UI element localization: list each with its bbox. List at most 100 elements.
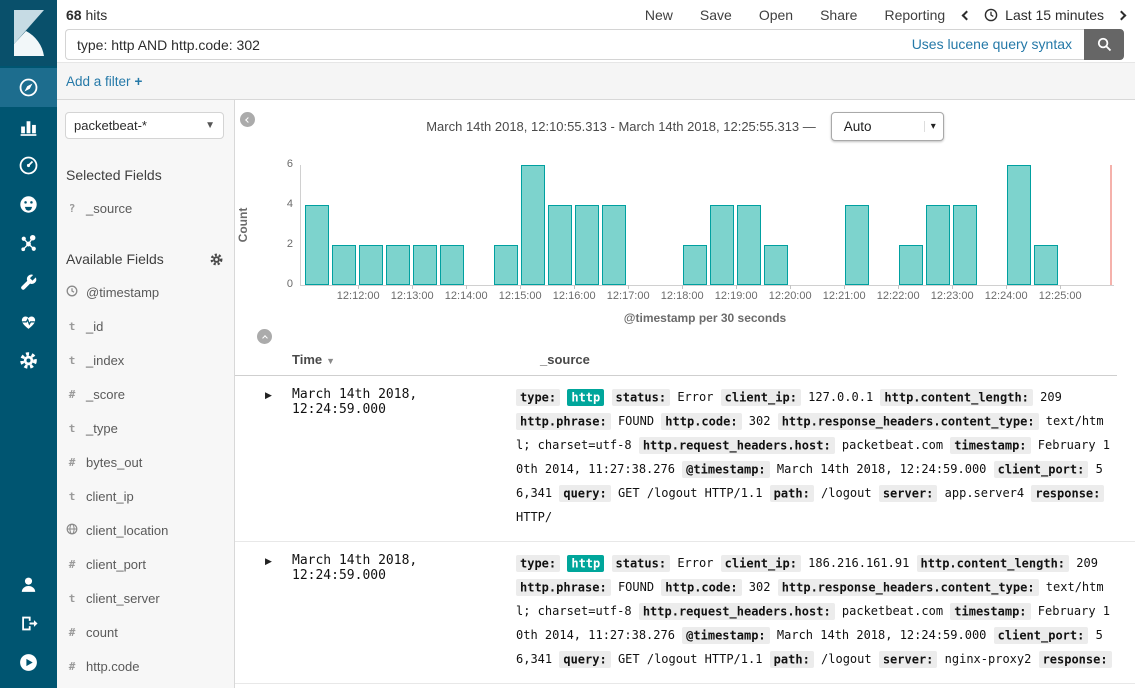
nav-item-management[interactable] (0, 341, 57, 380)
collapse-chart-button[interactable] (257, 329, 272, 344)
histogram-bar[interactable] (575, 205, 599, 285)
nav-item-dashboard[interactable] (0, 146, 57, 185)
field-type-icon: # (66, 388, 78, 401)
field-key-badge: http.phrase: (516, 413, 611, 430)
y-axis-label: Count (236, 190, 250, 260)
interval-select[interactable]: Auto ▾ (831, 112, 944, 141)
histogram-bar[interactable] (548, 205, 572, 285)
search-button[interactable] (1084, 29, 1124, 60)
histogram-bar[interactable] (494, 245, 518, 285)
field-client_server[interactable]: tclient_server (57, 581, 234, 615)
field-client_location[interactable]: client_location (57, 513, 234, 547)
histogram-bar[interactable] (899, 245, 923, 285)
lucene-syntax-link[interactable]: Uses lucene query syntax (906, 36, 1072, 52)
x-tick-mark (520, 285, 521, 289)
field-_index[interactable]: t_index (57, 343, 234, 377)
column-header-time[interactable]: Time▼ (292, 352, 335, 367)
expand-row-icon[interactable]: ▶ (265, 551, 292, 567)
nav-item-logout[interactable] (0, 604, 57, 643)
user-icon (18, 574, 39, 595)
field-label: @timestamp (86, 285, 159, 300)
globe-icon (66, 523, 78, 535)
field-type-icon: ? (66, 202, 78, 215)
field-count[interactable]: #count (57, 615, 234, 649)
available-fields-title: Available Fields (57, 251, 234, 267)
histogram-bar[interactable] (602, 205, 626, 285)
histogram-bar[interactable] (926, 205, 950, 285)
histogram-bar[interactable] (1034, 245, 1058, 285)
nav-item-account[interactable] (0, 565, 57, 604)
histogram-bar[interactable] (305, 205, 329, 285)
kibana-logo[interactable] (0, 0, 57, 66)
nav-link-open[interactable]: Open (759, 7, 793, 23)
y-axis-line (300, 165, 301, 285)
nav-item-collapse[interactable] (0, 643, 57, 682)
filter-bar: Add a filter+ (57, 62, 1135, 100)
field-key-badge: client_port: (994, 461, 1089, 478)
nav-item-dev-tools[interactable] (0, 263, 57, 302)
field-key-badge: client_ip: (721, 555, 801, 572)
histogram-bar[interactable] (683, 245, 707, 285)
index-pattern-select[interactable]: packetbeat-* ▼ (65, 112, 224, 139)
histogram-bar[interactable] (386, 245, 410, 285)
field-type-icon: t (66, 592, 78, 605)
nav-link-new[interactable]: New (645, 7, 673, 23)
histogram-bar[interactable] (710, 205, 734, 285)
fields-settings-button[interactable] (209, 252, 224, 267)
field-type-icon: # (66, 660, 78, 673)
field-key-badge: server: (879, 651, 938, 668)
field-label: client_port (86, 557, 146, 572)
field-@timestamp[interactable]: @timestamp (57, 275, 234, 309)
timepicker-button[interactable]: Last 15 minutes (984, 7, 1104, 23)
hits-count: 68 (66, 7, 82, 23)
field-key-badge: timestamp: (950, 437, 1030, 454)
histogram-bar[interactable] (359, 245, 383, 285)
field-type-icon: # (66, 558, 78, 571)
nav-item-monitoring[interactable] (0, 302, 57, 341)
column-header-source: _source (540, 352, 590, 367)
field-http.code[interactable]: #http.code (57, 649, 234, 683)
histogram-bar[interactable] (521, 165, 545, 285)
histogram-bar[interactable] (764, 245, 788, 285)
field-client_port[interactable]: # client_port (57, 547, 234, 581)
expand-row-icon[interactable]: ▶ (265, 385, 292, 401)
field-key-badge: response: (1031, 485, 1104, 502)
histogram-bar[interactable] (737, 205, 761, 285)
table-row: ▶March 14th 2018, 12:24:59.000type: http… (235, 542, 1135, 684)
field-label: _source (86, 201, 132, 216)
nav-item-graph[interactable] (0, 224, 57, 263)
field-bytes_out[interactable]: #bytes_out (57, 445, 234, 479)
x-tick-mark (412, 285, 413, 289)
histogram-bar[interactable] (845, 205, 869, 285)
nav-link-reporting[interactable]: Reporting (884, 7, 945, 23)
time-forward-icon[interactable] (1117, 10, 1127, 20)
time-back-icon[interactable] (962, 10, 972, 20)
x-tick-mark (628, 285, 629, 289)
field-key-badge: http.content_length: (880, 389, 1033, 406)
source-cell: type: http status: Error client_ip: 186.… (516, 551, 1117, 671)
table-row: ▶March 14th 2018, 12:24:24.000type: http… (235, 684, 1135, 688)
histogram-bar[interactable] (440, 245, 464, 285)
nav-item-timelion[interactable] (0, 185, 57, 224)
add-filter-button[interactable]: Add a filter+ (66, 74, 142, 89)
logout-icon (18, 613, 39, 634)
field-type-icon: # (66, 456, 78, 469)
field-_type[interactable]: t _type (57, 411, 234, 445)
nav-item-discover[interactable] (0, 68, 57, 107)
histogram-bar[interactable] (413, 245, 437, 285)
field-_source[interactable]: ? _source (57, 191, 234, 225)
nav-link-save[interactable]: Save (700, 7, 732, 23)
histogram-bar[interactable] (953, 205, 977, 285)
histogram-bar[interactable] (332, 245, 356, 285)
field-_score[interactable]: #_score (57, 377, 234, 411)
nav-link-share[interactable]: Share (820, 7, 857, 23)
field-key-badge: http.response_headers.content_type: (778, 413, 1039, 430)
graph-icon (18, 233, 39, 254)
histogram-bar[interactable] (1007, 165, 1031, 285)
field-label: _type (86, 421, 118, 436)
nav-item-visualize[interactable] (0, 107, 57, 146)
field-_id[interactable]: t_id (57, 309, 234, 343)
plus-icon: + (135, 74, 143, 89)
field-client_ip[interactable]: tclient_ip (57, 479, 234, 513)
field-type-icon: t (66, 422, 78, 435)
